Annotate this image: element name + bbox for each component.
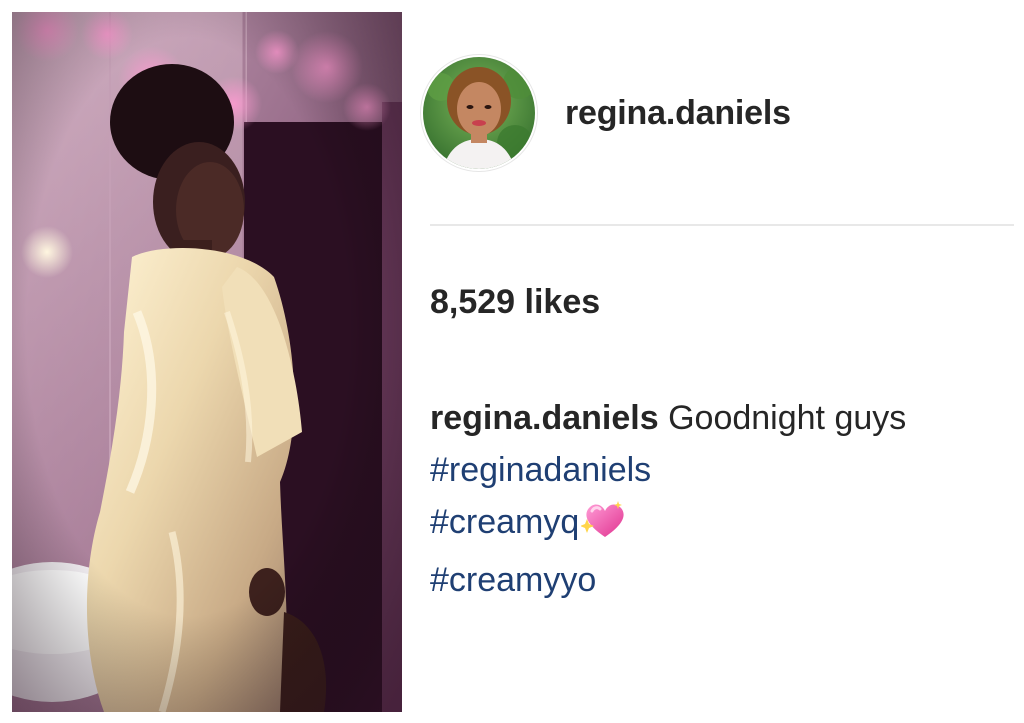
sparkling-heart-icon xyxy=(580,499,625,554)
post-header: regina.daniels xyxy=(423,57,1013,169)
post-photo[interactable] xyxy=(12,12,402,712)
post-caption: regina.daniels Goodnight guys #reginadan… xyxy=(430,392,1020,606)
post-photo-illustration xyxy=(12,12,402,712)
caption-hashtag-line: #creamyyo xyxy=(430,554,1020,606)
caption-hashtag-line: #reginadaniels xyxy=(430,444,1020,496)
caption-first-line: regina.daniels Goodnight guys xyxy=(430,392,1020,444)
caption-hashtag-line: #creamyq xyxy=(430,496,1020,554)
avatar-image xyxy=(423,57,535,169)
caption-text: Goodnight guys xyxy=(668,399,907,437)
header-divider xyxy=(430,224,1014,226)
hashtag-link[interactable]: #reginadaniels xyxy=(430,451,651,489)
post-username[interactable]: regina.daniels xyxy=(565,94,791,133)
hashtag-link[interactable]: #creamyyo xyxy=(430,561,596,599)
hashtag-link[interactable]: #creamyq xyxy=(430,503,579,541)
likes-count[interactable]: 8,529 likes xyxy=(430,283,600,322)
instagram-post-screenshot: regina.daniels 8,529 likes regina.daniel… xyxy=(0,0,1024,723)
caption-username[interactable]: regina.daniels xyxy=(430,399,659,437)
profile-avatar[interactable] xyxy=(423,57,535,169)
